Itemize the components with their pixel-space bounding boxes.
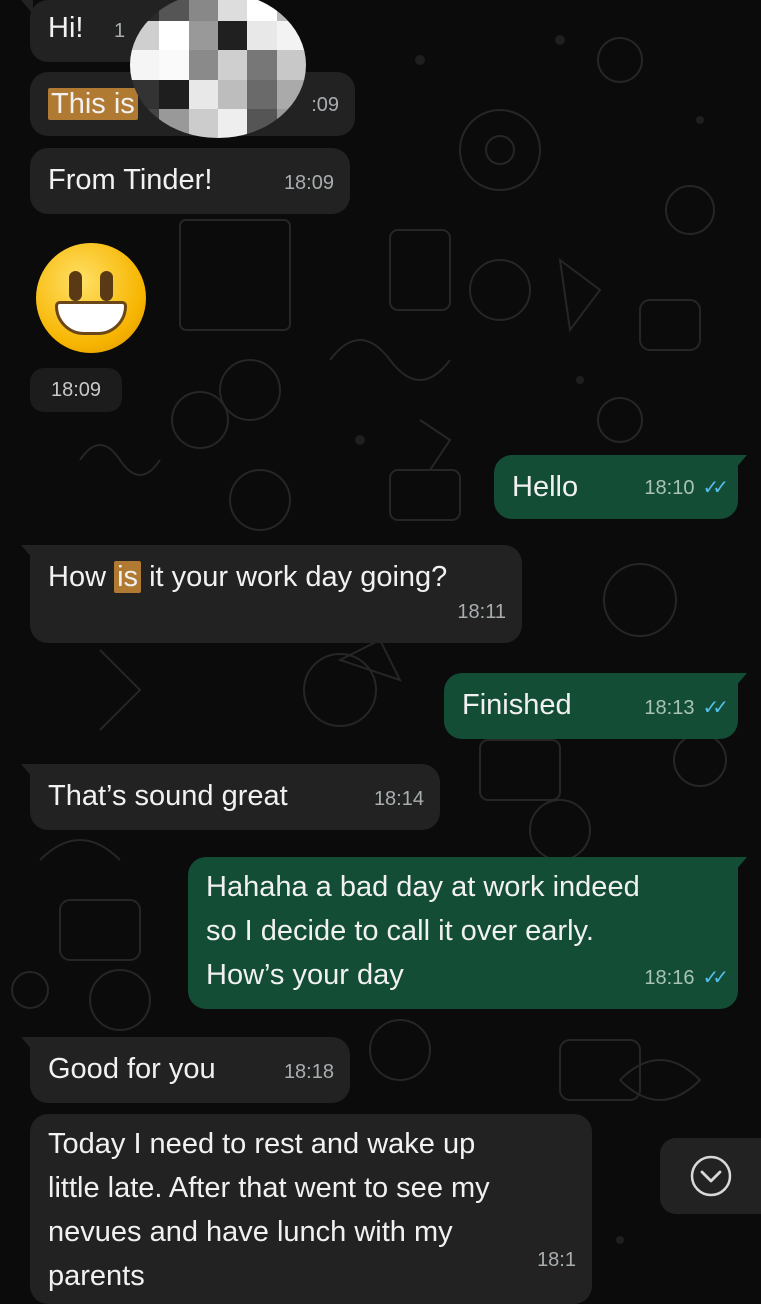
message-text-line: Hahaha a bad day at work indeed: [206, 871, 640, 903]
message-outgoing[interactable]: Hello 18:10 ✓✓: [494, 455, 747, 519]
message-time: :09: [311, 94, 339, 116]
message-text: That’s sound great: [48, 780, 288, 812]
message-text: Good for you: [48, 1053, 216, 1085]
message-meta: 18:10 ✓✓: [644, 466, 728, 510]
message-outgoing[interactable]: Hahaha a bad day at work indeed so I dec…: [188, 857, 747, 1009]
message-text-line: parents: [48, 1260, 145, 1292]
message-incoming[interactable]: Good for you 18:18: [21, 1037, 350, 1103]
message-text: From Tinder!: [48, 164, 213, 196]
message-text: Hello: [512, 471, 579, 503]
message-time: 18:16: [644, 967, 695, 989]
message-incoming[interactable]: From Tinder! 18:09: [30, 148, 350, 214]
message-text: Finished: [462, 689, 572, 721]
message-outgoing[interactable]: Finished 18:13 ✓✓: [444, 673, 747, 739]
double-check-icon: ✓✓: [702, 477, 728, 499]
message-text: How is it your work day going?: [48, 561, 448, 593]
message-time: 18:09: [283, 172, 334, 194]
chat-area[interactable]: Hi! 1 This is :09 From Tinder! 18:09 18:…: [0, 0, 761, 1304]
message-meta: 18:16 ✓✓: [644, 956, 728, 1000]
double-check-icon: ✓✓: [702, 967, 728, 989]
scroll-down-button[interactable]: [660, 1138, 761, 1214]
smiley-emoji-icon[interactable]: [36, 243, 146, 353]
message-meta: 18:13 ✓✓: [644, 686, 728, 730]
chevron-down-circle-icon: [690, 1155, 731, 1197]
message-time: 18:1: [537, 1249, 576, 1271]
message-text-line: so I decide to call it over early.: [206, 915, 594, 947]
message-time: 18:13: [644, 697, 695, 719]
message-time: 18:18: [283, 1061, 334, 1083]
message-time: 18:10: [644, 477, 695, 499]
message-text: Hi!: [48, 12, 84, 44]
highlighted-text: This is: [48, 88, 138, 120]
message-text-line: nevues and have lunch with my: [48, 1216, 453, 1248]
message-incoming[interactable]: How is it your work day going? 18:11: [21, 545, 522, 643]
message-time: 1: [114, 20, 126, 42]
double-check-icon: ✓✓: [702, 697, 728, 719]
message-time: 18:09: [30, 368, 122, 412]
message-text-line: How’s your day: [206, 959, 404, 991]
highlighted-text: is: [114, 561, 142, 593]
message-time: 18:11: [457, 601, 506, 623]
message-incoming[interactable]: That’s sound great 18:14: [21, 764, 440, 830]
message-text-line: Today I need to rest and wake up: [48, 1128, 476, 1160]
message-incoming[interactable]: Today I need to rest and wake up little …: [30, 1114, 592, 1304]
message-text-line: little late. After that went to see my: [48, 1172, 490, 1204]
message-time: 18:14: [373, 788, 424, 810]
